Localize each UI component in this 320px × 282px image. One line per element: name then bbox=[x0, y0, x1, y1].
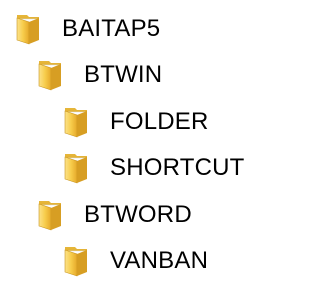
tree-item-btword[interactable]: BTWORD bbox=[36, 196, 192, 234]
tree-item-label: BTWORD bbox=[84, 201, 192, 228]
folder-icon bbox=[62, 106, 96, 138]
folder-icon bbox=[36, 199, 70, 231]
tree-item-label: BAITAP5 bbox=[62, 15, 161, 42]
tree-item-label: VANBAN bbox=[110, 247, 209, 274]
tree-item-folder[interactable]: FOLDER bbox=[62, 103, 209, 141]
tree-item-label: SHORTCUT bbox=[110, 154, 245, 181]
folder-icon bbox=[62, 245, 96, 277]
folder-tree: BAITAP5 BTWIN FOLDER SHORTCUT BTWORD VAN… bbox=[0, 0, 278, 282]
tree-item-shortcut[interactable]: SHORTCUT bbox=[62, 149, 245, 187]
folder-icon bbox=[36, 59, 70, 91]
tree-item-btwin[interactable]: BTWIN bbox=[36, 56, 162, 94]
tree-item-label: FOLDER bbox=[110, 108, 209, 135]
tree-item-vanban[interactable]: VANBAN bbox=[62, 242, 208, 280]
tree-item-baitap5[interactable]: BAITAP5 bbox=[14, 10, 160, 48]
tree-item-label: BTWIN bbox=[84, 61, 163, 88]
folder-icon bbox=[14, 13, 48, 45]
folder-icon bbox=[62, 152, 96, 184]
